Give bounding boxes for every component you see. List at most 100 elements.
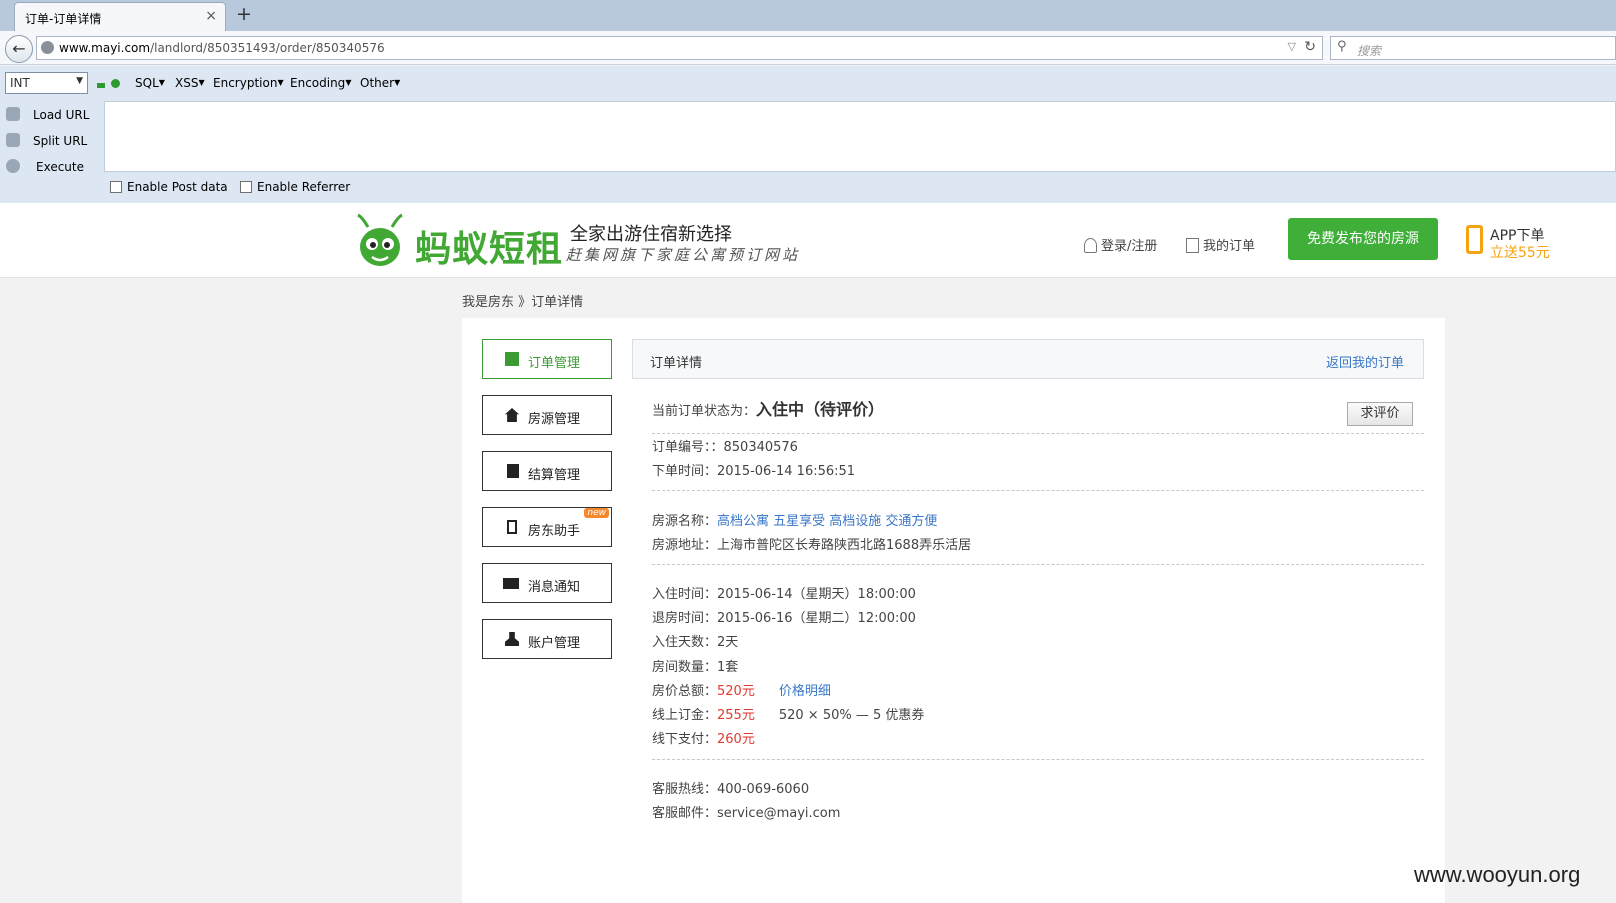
status-value: 入住中（待评价） bbox=[756, 400, 885, 419]
menu-encryption[interactable]: Encryption▼ bbox=[213, 76, 284, 90]
order-status: 当前订单状态为：入住中（待评价） bbox=[652, 400, 885, 419]
hackbar-toggle bbox=[97, 77, 120, 92]
total-price: 房价总额：520元 价格明细 bbox=[652, 684, 831, 699]
int-select[interactable]: INT ▼ bbox=[5, 72, 88, 94]
main-panel: 订单管理 房源管理 结算管理 房东助手 new 消息通知 账户管理 订单详情 返… bbox=[462, 318, 1445, 903]
ant-logo-icon[interactable] bbox=[354, 213, 406, 269]
slogan: 全家出游住宿新选择 bbox=[570, 224, 732, 245]
service-email: 客服邮件：service@mayi.com bbox=[652, 806, 841, 821]
divider bbox=[652, 490, 1424, 491]
breadcrumb: 我是房东 》订单详情 bbox=[462, 295, 584, 310]
close-tab-icon[interactable]: × bbox=[205, 8, 217, 24]
detail-header: 订单详情 返回我的订单 bbox=[632, 339, 1424, 379]
sidebar-item-account[interactable]: 账户管理 bbox=[482, 619, 612, 659]
url-dropdown-icon[interactable]: ▽ bbox=[1288, 40, 1296, 53]
sidebar-item-assistant[interactable]: 房东助手 new bbox=[482, 507, 612, 547]
reload-icon[interactable]: ↻ bbox=[1304, 39, 1316, 55]
checkout-time: 退房时间：2015-06-16（星期二）12:00:00 bbox=[652, 611, 916, 626]
browser-tab[interactable]: 订单-订单详情 × bbox=[14, 2, 226, 31]
sidebar-item-messages[interactable]: 消息通知 bbox=[482, 563, 612, 603]
my-orders-link[interactable]: 我的订单 bbox=[1186, 235, 1255, 254]
hackbar-url-textarea[interactable] bbox=[104, 101, 1616, 172]
sidebar-item-orders[interactable]: 订单管理 bbox=[482, 339, 612, 379]
menu-xss[interactable]: XSS▼ bbox=[175, 76, 205, 90]
checkin-time: 入住时间：2015-06-14（星期天）18:00:00 bbox=[652, 587, 916, 602]
load-url-button[interactable]: Load URL bbox=[0, 103, 104, 129]
total-price-value: 520元 bbox=[717, 684, 755, 699]
service-hotline: 客服热线：400-069-6060 bbox=[652, 782, 810, 797]
hackbar-panel: INT ▼ SQL▼ XSS▼ Encryption▼ Encoding▼ Ot… bbox=[0, 66, 1616, 203]
url-bar[interactable]: www.mayi.com/landlord/850351493/order/85… bbox=[36, 36, 1323, 60]
divider bbox=[652, 564, 1424, 565]
load-url-icon bbox=[6, 107, 20, 121]
watermark: www.wooyun.org bbox=[1414, 862, 1581, 887]
execute-button[interactable]: Execute bbox=[0, 155, 104, 181]
globe-icon bbox=[41, 41, 54, 54]
site-header: 蚂蚁短租 全家出游住宿新选择 赶集网旗下家庭公寓预订网站 登录/注册 我的订单 … bbox=[0, 203, 1616, 278]
back-to-orders-link[interactable]: 返回我的订单 bbox=[1326, 352, 1404, 371]
document-icon bbox=[1186, 238, 1199, 253]
sidebar-item-settlement[interactable]: 结算管理 bbox=[482, 451, 612, 491]
house-address: 房源地址：上海市普陀区长寿路陕西北路1688弄乐活居 bbox=[652, 538, 972, 553]
order-time: 下单时间：2015-06-14 16:56:51 bbox=[652, 464, 856, 479]
browser-navbar: ← www.mayi.com/landlord/850351493/order/… bbox=[0, 31, 1616, 65]
search-placeholder: 搜索 bbox=[1357, 44, 1382, 58]
deposit-value: 255元 bbox=[717, 708, 755, 723]
online-deposit: 线上订金：255元 520 × 50% — 5 优惠券 bbox=[652, 708, 925, 723]
app-promo[interactable]: 立送55元 bbox=[1490, 242, 1550, 262]
plus-icon[interactable] bbox=[111, 79, 120, 88]
url-text[interactable]: www.mayi.com/landlord/850351493/order/85… bbox=[59, 41, 385, 55]
house-icon bbox=[505, 408, 519, 422]
phone-icon bbox=[1466, 225, 1483, 254]
divider bbox=[652, 759, 1424, 760]
order-number: 订单编号：：850340576 bbox=[652, 440, 798, 455]
search-icon: ⚲ bbox=[1337, 39, 1347, 54]
detail-title: 订单详情 bbox=[650, 356, 703, 371]
tab-title: 订单-订单详情 bbox=[25, 12, 102, 26]
login-link[interactable]: 登录/注册 bbox=[1084, 235, 1157, 254]
offline-value: 260元 bbox=[717, 732, 755, 747]
sidebar-item-label: 房源管理 bbox=[528, 412, 581, 427]
enable-referrer-checkbox[interactable]: Enable Referrer bbox=[240, 180, 350, 194]
house-name-link[interactable]: 高档公寓 五星享受 高档设施 交通方便 bbox=[717, 514, 937, 529]
publish-house-button[interactable]: 免费发布您的房源 bbox=[1288, 218, 1438, 260]
stay-days: 入住天数：2天 bbox=[652, 635, 739, 650]
brand-name[interactable]: 蚂蚁短租 bbox=[415, 220, 563, 272]
price-detail-link[interactable]: 价格明细 bbox=[779, 684, 831, 699]
mail-icon bbox=[503, 578, 519, 589]
sidebar-item-label: 结算管理 bbox=[528, 468, 581, 483]
menu-encoding[interactable]: Encoding▼ bbox=[290, 76, 351, 90]
sidebar-item-label: 账户管理 bbox=[528, 636, 581, 651]
back-arrow-icon[interactable]: ← bbox=[5, 35, 33, 63]
user-icon bbox=[505, 632, 519, 646]
execute-icon bbox=[6, 159, 20, 173]
split-url-button[interactable]: Split URL bbox=[0, 129, 104, 155]
user-icon bbox=[1084, 238, 1097, 253]
orders-icon bbox=[505, 352, 519, 366]
deposit-note: 520 × 50% — 5 优惠券 bbox=[778, 708, 925, 723]
search-input[interactable]: ⚲ 搜索 bbox=[1330, 36, 1616, 60]
sidebar-item-label: 房东助手 bbox=[528, 524, 581, 539]
hackbar-actions: Load URL Split URL Execute bbox=[0, 101, 104, 203]
minus-icon[interactable] bbox=[97, 83, 105, 88]
split-url-icon bbox=[6, 133, 20, 147]
slogan-sub: 赶集网旗下家庭公寓预订网站 bbox=[566, 246, 801, 264]
menu-other[interactable]: Other▼ bbox=[360, 76, 400, 90]
menu-sql[interactable]: SQL▼ bbox=[135, 76, 165, 90]
enable-post-checkbox[interactable]: Enable Post data bbox=[110, 180, 228, 194]
phone-icon bbox=[507, 520, 517, 534]
sidebar-item-label: 消息通知 bbox=[528, 580, 581, 595]
split-url-label: Split URL bbox=[33, 134, 88, 148]
browser-tabbar: 订单-订单详情 × + bbox=[0, 0, 1616, 31]
int-select-value: INT bbox=[10, 76, 30, 90]
new-tab-icon[interactable]: + bbox=[236, 3, 252, 25]
request-review-button[interactable]: 求评价 bbox=[1347, 402, 1413, 426]
new-badge: new bbox=[584, 508, 609, 518]
offline-payment: 线下支付：260元 bbox=[652, 732, 755, 747]
clipboard-icon bbox=[507, 464, 519, 478]
divider bbox=[652, 433, 1424, 434]
sidebar-item-houses[interactable]: 房源管理 bbox=[482, 395, 612, 435]
execute-label: Execute bbox=[36, 160, 84, 174]
chevron-down-icon: ▼ bbox=[76, 76, 83, 86]
sidebar-item-label: 订单管理 bbox=[528, 356, 581, 371]
